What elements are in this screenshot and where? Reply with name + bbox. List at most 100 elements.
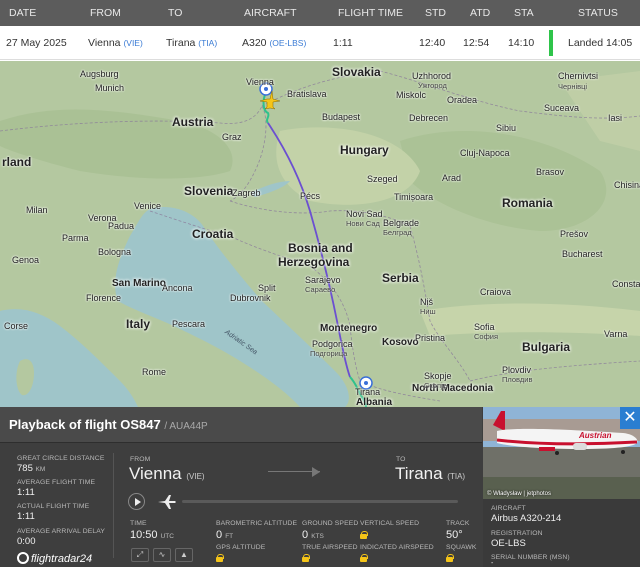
distance-number: 785 — [17, 463, 33, 474]
city-ploiesti: Prešov — [560, 229, 589, 239]
aircraft-reg[interactable]: (OE-LBS) — [269, 38, 306, 48]
vertical-speed-label: VERTICAL SPEED — [360, 520, 420, 527]
city-novi-sad: Novi Sad — [346, 209, 383, 219]
route-button[interactable]: ∿ — [153, 548, 171, 562]
to-city-big[interactable]: Tirana (TIA) — [395, 464, 465, 484]
city-uzhhorod: Uzhhorod — [412, 71, 452, 81]
country-romania: Romania — [502, 196, 553, 210]
city-rome: Rome — [142, 367, 167, 377]
aircraft-photo-image — [483, 407, 640, 499]
gps-alt-label: GPS ALTITUDE — [216, 544, 266, 551]
header-std[interactable]: STD — [425, 0, 446, 26]
city-tirana: Tirana — [355, 387, 381, 397]
header-atd[interactable]: ATD — [470, 0, 490, 26]
city-suceava: Suceava — [544, 103, 580, 113]
flight-map[interactable]: Slovakia Austria Hungary Slovenia Croati… — [0, 61, 640, 407]
country-kosovo: Kosovo — [382, 337, 419, 348]
header-sta[interactable]: STA — [514, 0, 534, 26]
city-graz: Graz — [222, 132, 242, 142]
header-aircraft[interactable]: AIRCRAFT — [244, 0, 297, 26]
city-chisinau-edge: Chisinau — [614, 180, 640, 190]
from-code[interactable]: (VIE) — [123, 38, 142, 48]
indicated-airspeed-lock-icon[interactable] — [360, 554, 368, 562]
label-sarajevo-cyr: Сараево — [305, 285, 336, 294]
city-milan: Milan — [26, 205, 48, 215]
label-nis-cyr: Ниш — [420, 307, 436, 316]
country-bulgaria: Bulgaria — [522, 340, 571, 354]
track-label: TRACK — [446, 520, 470, 527]
city-sarajevo: Sarajevo — [305, 275, 341, 285]
label-belgrade-cyr: Белград — [383, 228, 412, 237]
city-padua: Padua — [108, 221, 135, 231]
to-code[interactable]: (TIA) — [198, 38, 217, 48]
city-ljubljana-edge: rland — [2, 155, 32, 169]
fr24-logo[interactable]: flightradar24 — [17, 552, 92, 565]
country-serbia: Serbia — [382, 271, 419, 285]
aircraft-info: AIRCRAFT Airbus A320-214 REGISTRATION OE… — [483, 499, 640, 567]
squawk-lock-icon[interactable] — [446, 554, 454, 562]
city-genoa: Genoa — [12, 255, 40, 265]
status-indicator — [549, 30, 553, 56]
city-brasov: Brasov — [536, 167, 565, 177]
play-button[interactable] — [128, 493, 145, 510]
header-status[interactable]: STATUS — [578, 0, 618, 26]
flight-time: 1:11 — [333, 37, 353, 49]
fr24-logo-icon — [17, 552, 29, 564]
time-unit: UTC — [160, 533, 174, 540]
city-pecs: Pécs — [300, 191, 321, 201]
aircraft-photo[interactable]: Austrian © Władysław | jetphotos ✕ — [483, 407, 640, 499]
from-label: FROM — [130, 456, 151, 463]
header-to[interactable]: TO — [168, 0, 182, 26]
city-szeged: Szeged — [367, 174, 398, 184]
city-bratislava: Bratislava — [287, 89, 327, 99]
country-slovakia: Slovakia — [332, 65, 381, 79]
true-airspeed-lock-icon[interactable] — [302, 554, 310, 562]
serial-label: SERIAL NUMBER (MSN) — [491, 554, 570, 561]
city-pristina: Pristina — [415, 333, 446, 343]
registration-value: OE-LBS — [491, 538, 526, 549]
gps-alt-lock-icon[interactable] — [216, 554, 224, 562]
chart-button[interactable]: ▲ — [175, 548, 193, 562]
playback-header: Playback of flight OS847 / AUA44P — [0, 407, 482, 443]
to-city-code: (TIA) — [447, 472, 466, 481]
flight-to[interactable]: Tirana (TIA) — [166, 26, 217, 60]
expand-button[interactable]: ⤢ — [131, 548, 149, 562]
flight-aircraft[interactable]: A320 (OE-LBS) — [242, 26, 306, 60]
from-city[interactable]: Vienna — [88, 37, 121, 49]
city-plovdiv: Plovdiv — [502, 365, 532, 375]
photo-credit[interactable]: © Władysław | jetphotos — [487, 491, 551, 497]
city-arad: Arad — [442, 173, 462, 183]
playback-slider[interactable] — [182, 500, 458, 503]
from-city-big[interactable]: Vienna (VIE) — [129, 464, 205, 484]
header-flight-time[interactable]: FLIGHT TIME — [338, 0, 403, 26]
vertical-speed-lock-icon[interactable] — [360, 531, 368, 539]
label-sofia-cyr: София — [474, 332, 499, 341]
to-city-name[interactable]: Tirana — [395, 464, 443, 483]
to-city[interactable]: Tirana — [166, 37, 195, 49]
distance-label: GREAT CIRCLE DISTANCE — [17, 455, 105, 462]
city-venice: Venice — [134, 201, 162, 211]
route-icon: ∿ — [158, 550, 166, 559]
country-bosnia: Bosnia and — [288, 241, 353, 255]
label-plovdiv-cyr: Пловдив — [502, 375, 533, 384]
chart-icon: ▲ — [180, 550, 188, 559]
registration-label: REGISTRATION — [491, 530, 543, 537]
actual-time-label: ACTUAL FLIGHT TIME — [17, 503, 90, 510]
header-date[interactable]: DATE — [9, 0, 36, 26]
city-nis: Niš — [420, 297, 433, 307]
header-from[interactable]: FROM — [90, 0, 121, 26]
aircraft-type-value: Airbus A320-214 — [491, 513, 562, 524]
city-pescara: Pescara — [172, 319, 206, 329]
from-city-name[interactable]: Vienna — [129, 464, 182, 483]
time-number: 10:50 — [130, 529, 158, 541]
squawk-label: SQUAWK — [446, 544, 477, 551]
label-skopje-cyr: Скопје — [424, 381, 447, 390]
city-bucharest: Bucharest — [562, 249, 603, 259]
time-value: 10:50 UTC — [130, 529, 174, 541]
flight-row[interactable]: 27 May 2025 Vienna (VIE) Tirana (TIA) A3… — [0, 26, 640, 60]
flight-from[interactable]: Vienna (VIE) — [88, 26, 143, 60]
flight-std: 12:40 — [419, 37, 446, 49]
close-button[interactable]: ✕ — [620, 407, 640, 429]
city-chernivtsi: Chernivtsi — [558, 71, 599, 81]
city-podgorica: Podgorica — [312, 339, 353, 349]
